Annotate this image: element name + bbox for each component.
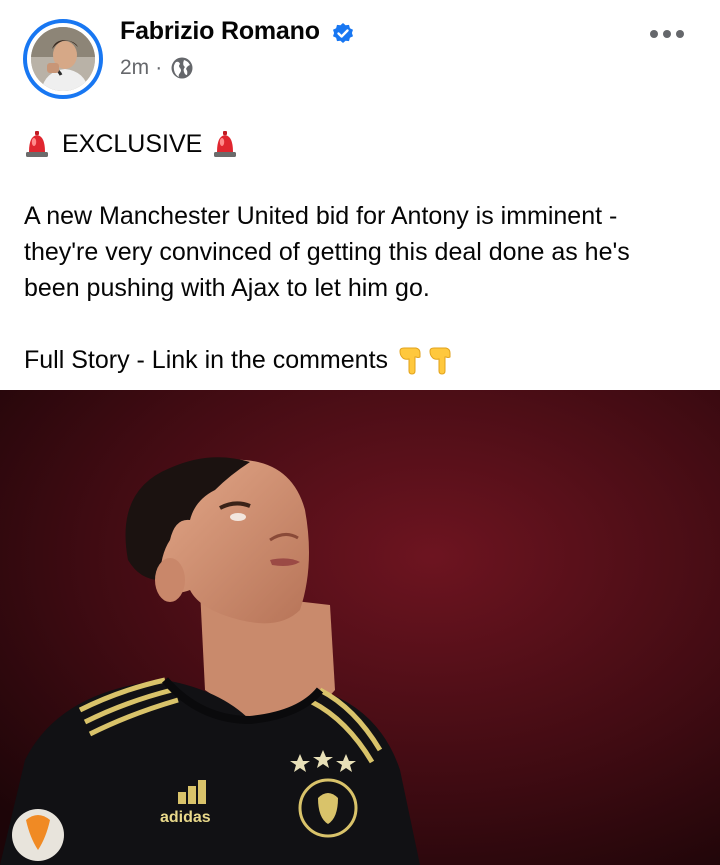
cta-line: Full Story - Link in the comments (24, 342, 704, 378)
more-dot (676, 30, 684, 38)
europa-league-patch-icon (12, 809, 64, 861)
avatar-photo (31, 27, 95, 91)
author-name[interactable]: Fabrizio Romano (120, 17, 320, 46)
post-photo[interactable]: adidas (0, 390, 720, 865)
post-timestamp[interactable]: 2m (120, 56, 149, 80)
more-dot (650, 30, 658, 38)
paragraph-line: they're very convinced of getting this d… (24, 238, 630, 266)
post-meta: 2m · (120, 56, 194, 80)
facebook-post: Fabrizio Romano 2m · EXCLUSIVE A new Man… (0, 0, 720, 865)
meta-separator: · (155, 56, 163, 79)
paragraph-line: been pushing with Ajax to let him go. (24, 274, 430, 302)
siren-emoji-icon (214, 131, 237, 157)
exclusive-line: EXCLUSIVE (24, 126, 704, 162)
more-dot (663, 30, 671, 38)
verified-badge-icon (333, 23, 353, 43)
globe-icon[interactable] (170, 56, 194, 80)
pointing-down-hand-icon (399, 347, 421, 375)
more-options-icon[interactable] (647, 24, 687, 44)
paragraph-line: A new Manchester United bid for Antony i… (24, 202, 618, 230)
sponsor-text: adidas (160, 809, 211, 826)
post-header: Fabrizio Romano 2m · (0, 0, 720, 110)
avatar[interactable] (23, 19, 103, 99)
post-text: EXCLUSIVE A new Manchester United bid fo… (24, 126, 704, 378)
pointing-down-hand-icon (429, 347, 451, 375)
exclusive-label: EXCLUSIVE (62, 130, 203, 158)
siren-emoji-icon (26, 131, 48, 157)
cta-text: Full Story - Link in the comments (24, 346, 389, 374)
